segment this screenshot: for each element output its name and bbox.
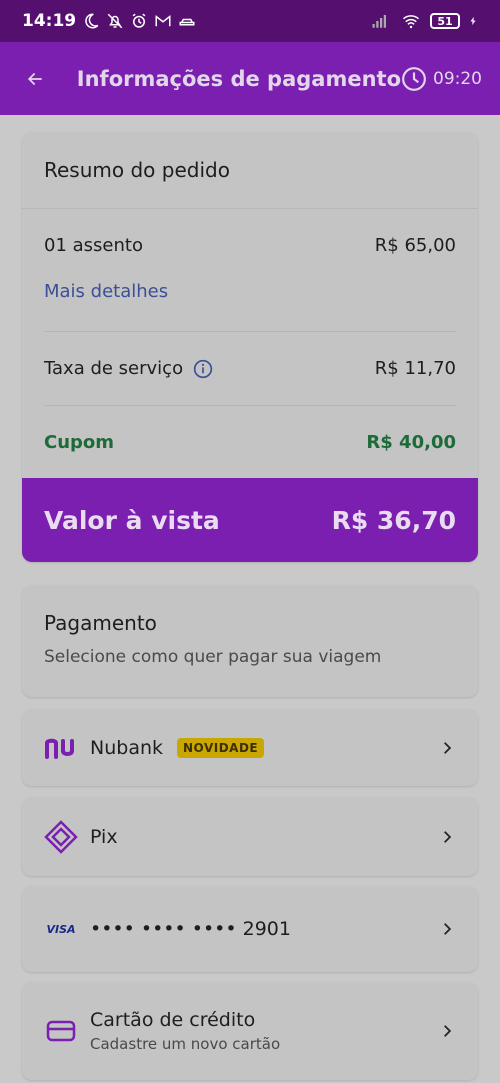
chevron-right-icon xyxy=(444,923,452,935)
credit-card-label: Cartão de crédito xyxy=(90,1009,256,1031)
pix-icon xyxy=(44,819,78,854)
summary-title: Resumo do pedido xyxy=(22,132,478,209)
nubank-label: Nubank xyxy=(90,736,164,759)
info-icon[interactable] xyxy=(193,359,213,379)
payment-option-new-credit-card[interactable]: Cartão de crédito Cadastre um novo cartã… xyxy=(22,982,478,1080)
credit-card-texts: Cartão de crédito Cadastre um novo cartã… xyxy=(90,1009,280,1053)
alarm-icon xyxy=(132,13,146,28)
session-timer: 09:20 xyxy=(401,66,482,92)
chevron-right-icon xyxy=(444,830,452,843)
visa-logo-icon: VISA xyxy=(46,922,76,936)
battery-icon: 51 xyxy=(430,13,460,29)
status-bar: 14:19 51 xyxy=(0,0,500,42)
service-fee-label: Taxa de serviço xyxy=(44,358,184,379)
signal-icon xyxy=(372,15,386,28)
payment-option-saved-card[interactable]: VISA •••• •••• •••• 2901 xyxy=(22,886,478,972)
seats-value: R$ 65,00 xyxy=(374,234,456,256)
back-arrow-icon[interactable] xyxy=(26,66,45,92)
credit-card-sublabel: Cadastre um novo cartão xyxy=(90,1035,281,1053)
coupon-label: Cupom xyxy=(44,432,115,453)
credit-card-icon xyxy=(46,1020,76,1042)
timer-value: 09:20 xyxy=(433,68,482,89)
payment-header-card: Pagamento Selecione como quer pagar sua … xyxy=(22,585,478,697)
charging-icon xyxy=(470,16,476,26)
chevron-right-icon xyxy=(444,741,452,754)
payment-subtitle: Selecione como quer pagar sua viagem xyxy=(44,647,382,667)
payment-option-pix[interactable]: Pix xyxy=(22,797,478,876)
app-bar: Informações de pagamento 09:20 xyxy=(0,42,500,115)
pix-label: Pix xyxy=(90,825,118,848)
seats-label: 01 assento xyxy=(44,234,143,256)
car-icon xyxy=(179,18,195,26)
clock-icon xyxy=(402,66,426,91)
payment-option-nubank[interactable]: Nubank NOVIDADE xyxy=(22,709,478,786)
chevron-right-icon xyxy=(444,1025,452,1037)
seats-row: 01 assento R$ 65,00 xyxy=(22,209,478,281)
payment-title: Pagamento xyxy=(44,611,157,635)
total-value: R$ 36,70 xyxy=(331,505,456,535)
gmail-icon xyxy=(155,14,171,27)
battery-level: 51 xyxy=(437,14,453,28)
service-fee-value: R$ 11,70 xyxy=(374,358,456,379)
total-label: Valor à vista xyxy=(44,505,220,535)
coupon-value: R$ 40,00 xyxy=(366,432,456,453)
status-time: 14:19 xyxy=(22,11,77,31)
order-summary-card: Resumo do pedido 01 assento R$ 65,00 Mai… xyxy=(22,132,478,562)
wifi-icon xyxy=(403,15,419,29)
service-fee-row: Taxa de serviço R$ 11,70 xyxy=(22,332,478,405)
nubank-logo-icon xyxy=(45,738,74,759)
new-badge: NOVIDADE xyxy=(177,737,265,758)
more-details-link[interactable]: Mais detalhes xyxy=(22,281,478,331)
saved-card-number: •••• •••• •••• 2901 xyxy=(90,918,291,940)
moon-icon xyxy=(85,13,99,29)
coupon-row: Cupom R$ 40,00 xyxy=(22,406,478,479)
page-title: Informações de pagamento xyxy=(76,66,401,91)
total-bar: Valor à vista R$ 36,70 xyxy=(22,478,478,562)
bell-off-icon xyxy=(107,13,123,29)
